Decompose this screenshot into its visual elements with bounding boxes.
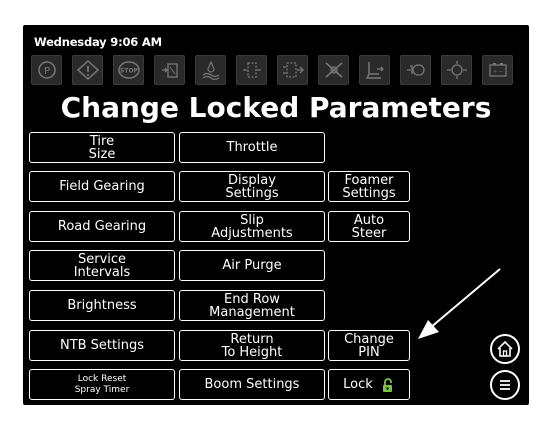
lock-reset-spray-timer-button[interactable]: Lock Reset Spray Timer xyxy=(29,369,175,400)
oil-pressure-icon xyxy=(441,55,472,85)
unlocked-padlock-icon xyxy=(382,377,392,392)
boom-settings-label: Boom Settings xyxy=(204,377,300,392)
lock-label: Lock xyxy=(343,377,373,392)
boom-settings-button[interactable]: Boom Settings xyxy=(179,369,325,400)
home-icon xyxy=(497,340,513,357)
parking-brake-icon: P xyxy=(31,55,62,85)
auto-steer-button[interactable]: Auto Steer xyxy=(328,211,410,242)
ntb-settings-button[interactable]: NTB Settings xyxy=(29,330,175,361)
auto-steer-label: Auto Steer xyxy=(351,212,387,241)
water-in-fuel-icon xyxy=(195,55,226,85)
engine-temp-icon xyxy=(400,55,431,85)
service-intervals-label: Service Intervals xyxy=(73,251,131,280)
warning-icon xyxy=(72,55,103,85)
display-settings-button[interactable]: Display Settings xyxy=(179,171,325,202)
ntb-settings-label: NTB Settings xyxy=(59,338,145,353)
brightness-button[interactable]: Brightness xyxy=(29,290,175,321)
page-title: Change Locked Parameters xyxy=(60,91,492,124)
slip-adjustments-button[interactable]: Slip Adjustments xyxy=(179,211,325,242)
menu-button[interactable] xyxy=(490,370,520,400)
battery-icon: + − xyxy=(482,55,513,85)
hydraulic-icon xyxy=(277,55,308,85)
air-purge-button[interactable]: Air Purge xyxy=(179,250,325,281)
home-button[interactable] xyxy=(490,334,520,364)
menu-icon xyxy=(500,380,510,390)
throttle-button[interactable]: Throttle xyxy=(179,132,325,163)
service-intervals-button[interactable]: Service Intervals xyxy=(29,250,175,281)
slip-adjustments-label: Slip Adjustments xyxy=(211,212,293,241)
return-to-height-button[interactable]: Return To Height xyxy=(179,330,325,361)
transmission-icon xyxy=(236,55,267,85)
date-time: Wednesday 9:06 AM xyxy=(34,35,162,49)
stop-icon: STOP xyxy=(113,55,144,85)
display-settings-label: Display Settings xyxy=(225,172,279,201)
road-gearing-label: Road Gearing xyxy=(57,219,147,234)
lock-reset-spray-timer-label: Lock Reset Spray Timer xyxy=(74,374,130,395)
svg-text:+ −: + − xyxy=(493,69,503,75)
field-gearing-label: Field Gearing xyxy=(59,179,145,194)
change-pin-button[interactable]: Change PIN xyxy=(328,330,410,361)
end-row-management-button[interactable]: End Row Management xyxy=(179,290,325,321)
seat-icon xyxy=(359,55,390,85)
road-gearing-button[interactable]: Road Gearing xyxy=(29,211,175,242)
tire-size-button[interactable]: Tire Size xyxy=(29,132,175,163)
change-pin-label: Change PIN xyxy=(344,331,394,360)
svg-text:STOP: STOP xyxy=(120,68,139,75)
return-to-height-label: Return To Height xyxy=(221,331,283,360)
air-purge-label: Air Purge xyxy=(222,258,282,273)
svg-text:P: P xyxy=(43,66,49,77)
brightness-label: Brightness xyxy=(67,298,137,313)
throttle-label: Throttle xyxy=(226,140,278,155)
tire-size-label: Tire Size xyxy=(88,133,116,162)
fuel-filter-icon xyxy=(154,55,185,85)
end-row-management-label: End Row Management xyxy=(209,291,295,320)
steering-icon xyxy=(318,55,349,85)
foamer-settings-label: Foamer Settings xyxy=(342,172,396,201)
field-gearing-button[interactable]: Field Gearing xyxy=(29,171,175,202)
foamer-settings-button[interactable]: Foamer Settings xyxy=(328,171,410,202)
status-icon-bar: P STOP + − xyxy=(31,55,525,87)
lock-button[interactable]: Lock xyxy=(328,369,410,400)
